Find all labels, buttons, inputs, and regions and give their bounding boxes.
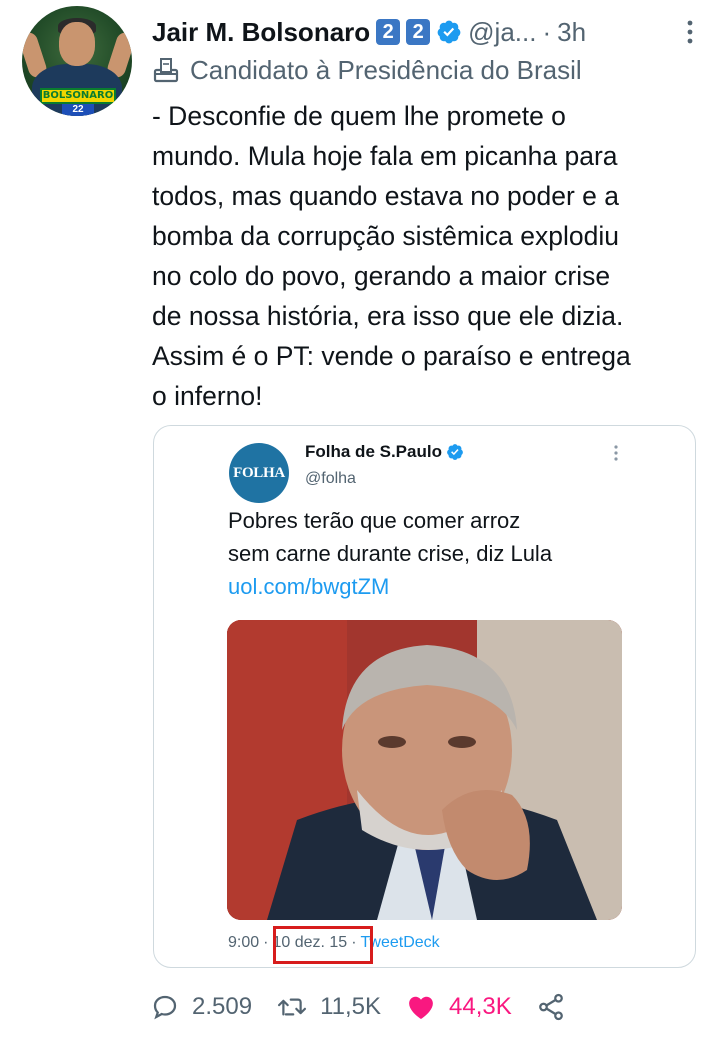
- photo-illustration: [227, 620, 622, 920]
- quoted-tweet-link[interactable]: uol.com/bwgtZM: [228, 570, 389, 603]
- ballot-box-icon: [153, 58, 179, 83]
- folha-avatar[interactable]: FOLHA: [229, 443, 289, 503]
- avatar-banner: BOLSONARO: [40, 88, 116, 104]
- retweet-button[interactable]: 11,5K: [276, 992, 381, 1022]
- retweet-icon: [278, 998, 307, 1016]
- verified-badge-icon: [437, 20, 461, 44]
- reply-count: 2.509: [192, 993, 253, 1020]
- quoted-tweet-photo[interactable]: [227, 620, 622, 920]
- quoted-tweet-time[interactable]: 9:00: [228, 934, 259, 952]
- tweet-header: Jair M. Bolsonaro 2 2 @ja... · 3h: [152, 12, 700, 52]
- quoted-name-row: Folha de S.Paulo: [305, 442, 464, 462]
- keycap-emoji: 2: [376, 19, 401, 45]
- avatar-face: [59, 22, 95, 66]
- reply-button[interactable]: 2.509: [150, 992, 252, 1022]
- author-name[interactable]: Jair M. Bolsonaro: [152, 17, 370, 48]
- candidate-label-text: Candidato à Presidência do Brasil: [190, 54, 582, 85]
- like-button[interactable]: 44,3K: [405, 992, 512, 1022]
- keycap-emoji: 2: [406, 19, 431, 45]
- share-icon: [538, 993, 563, 1021]
- share-button[interactable]: [536, 992, 578, 1022]
- reply-icon: [153, 995, 177, 1020]
- candidate-label: Candidato à Presidência do Brasil: [152, 52, 582, 88]
- verified-badge-icon: [447, 444, 463, 460]
- quoted-tweet-text: Pobres terão que comer arroz sem carne d…: [228, 508, 553, 566]
- quoted-author-name[interactable]: Folha de S.Paulo: [305, 442, 442, 462]
- separator-dot: ·: [542, 16, 552, 47]
- like-count: 44,3K: [449, 993, 512, 1020]
- quoted-separator-dot: ·: [263, 934, 269, 951]
- tweet-actions: 2.509 11,5K 44,3K: [150, 984, 630, 1030]
- tweet-time[interactable]: 3h: [557, 17, 586, 48]
- date-highlight-box: [273, 926, 373, 964]
- author-handle[interactable]: @ja...: [468, 17, 536, 48]
- more-options-icon[interactable]: [613, 444, 619, 462]
- avatar-number: 22: [62, 104, 94, 116]
- heart-icon: [409, 996, 433, 1019]
- quoted-tweet[interactable]: FOLHA Folha de S.Paulo @folha Pobres ter…: [153, 425, 696, 968]
- more-options-icon[interactable]: [680, 18, 700, 46]
- quoted-author-handle[interactable]: @folha: [305, 470, 356, 488]
- tweet-text: - Desconfie de quem lhe promete o mundo.…: [152, 101, 631, 411]
- retweet-count: 11,5K: [320, 993, 381, 1020]
- author-avatar[interactable]: BOLSONARO 22: [22, 6, 132, 116]
